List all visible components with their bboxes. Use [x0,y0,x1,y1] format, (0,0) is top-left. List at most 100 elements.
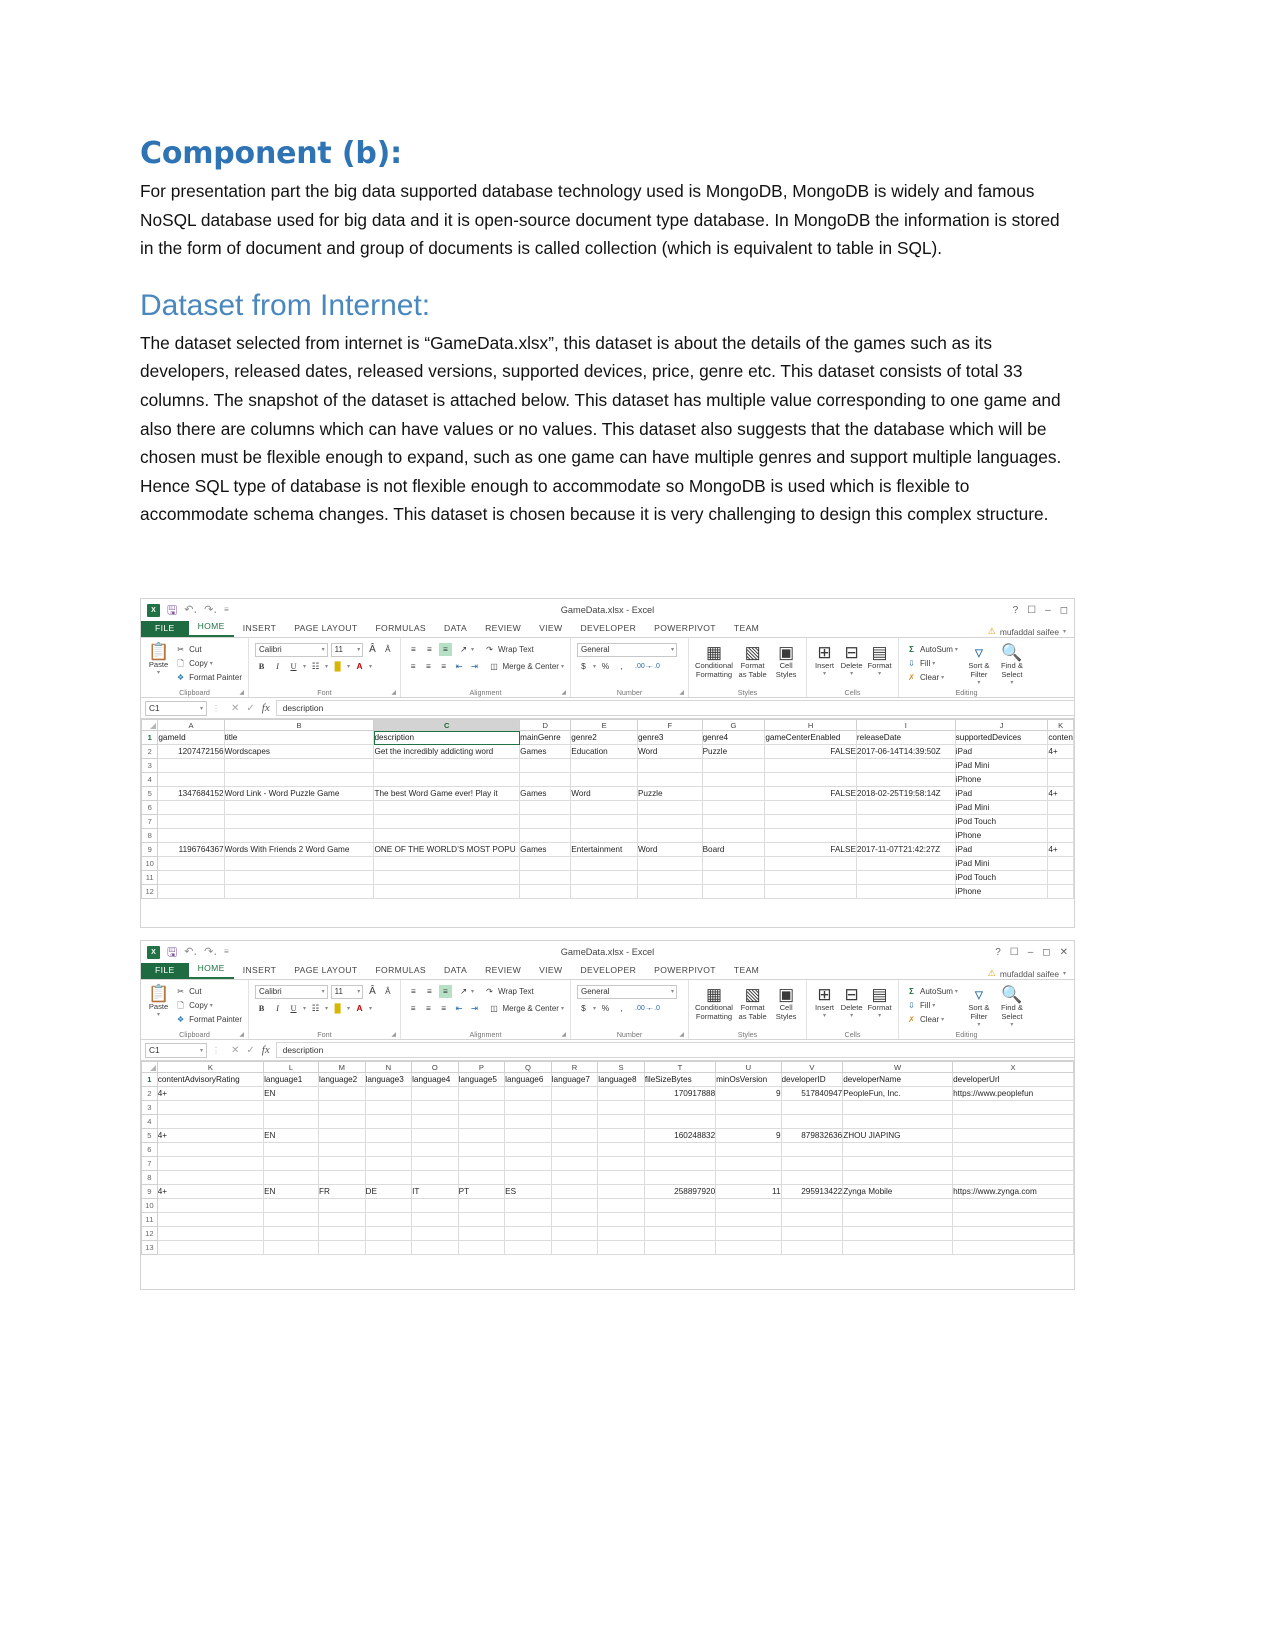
cell-L11[interactable] [263,1212,319,1227]
orientation-icon[interactable]: ↗ [455,985,468,998]
increase-indent-icon[interactable]: ⇥ [468,660,480,673]
table-row[interactable]: 7 iPod Touch [141,814,1074,829]
cell-E1[interactable]: genre2 [570,730,638,745]
formula-bar[interactable]: C1 ▾ ⋮ ✕ ✓ fx description [141,1040,1074,1061]
align-bottom-icon[interactable]: ≡ [439,985,452,998]
cell-N7[interactable] [365,1156,413,1171]
cell-F2[interactable]: Word [637,744,703,759]
cell-C9[interactable]: ONE OF THE WORLD’S MOST POPU [373,842,521,857]
cell-U5[interactable]: 9 [715,1128,782,1143]
row-header-6[interactable]: 6 [141,1142,158,1157]
borders-icon[interactable]: ☷ [309,1002,322,1015]
cell-B8[interactable] [224,828,375,843]
cell-V11[interactable] [781,1212,844,1227]
cell-N6[interactable] [365,1142,413,1157]
cell-H5[interactable]: FALSE [764,786,857,801]
cell-K5[interactable]: 4+ [1047,786,1074,801]
chevron-down-icon[interactable]: ▾ [325,663,328,670]
table-row[interactable]: 7 [141,1156,1074,1171]
cell-C6[interactable] [373,800,521,815]
account-indicator[interactable]: ⚠ mufaddal saifee ▾ [988,968,1074,979]
wrap-text-button[interactable]: ↷ Wrap Text [477,985,534,998]
cell-J3[interactable]: iPad Mini [955,758,1049,773]
find-select-button[interactable]: 🔍 Find & Select ▾ [997,984,1027,1028]
column-header-t[interactable]: T [644,1061,717,1073]
table-row[interactable]: 10 [141,1198,1074,1213]
column-header-x[interactable]: X [952,1061,1074,1073]
save-icon[interactable]: 🖫 [167,946,177,958]
chevron-down-icon[interactable]: ▾ [977,679,980,686]
cell-I6[interactable] [856,800,956,815]
chevron-down-icon[interactable]: ▾ [1063,628,1066,635]
cell-H10[interactable] [764,856,857,871]
cell-M13[interactable] [318,1240,366,1255]
formula-input[interactable]: description [275,1042,1074,1058]
table-row[interactable]: 3 [141,1100,1074,1115]
chevron-down-icon[interactable]: ▾ [850,1012,853,1019]
cell-L13[interactable] [263,1240,319,1255]
font-size-combo[interactable]: 11 ▾ [330,642,364,657]
cell-M10[interactable] [318,1198,366,1213]
cell-W6[interactable] [842,1142,954,1157]
cell-U6[interactable] [715,1142,782,1157]
decrease-indent-icon[interactable]: ⇤ [453,660,465,673]
cell-W9[interactable]: Zynga Mobile [842,1184,954,1199]
tab-developer[interactable]: DEVELOPER [571,961,645,979]
cell-P9[interactable]: PT [458,1184,506,1199]
cell-S3[interactable] [597,1100,645,1115]
row-header-13[interactable]: 13 [141,1240,158,1255]
cell-S12[interactable] [597,1226,645,1241]
redo-icon[interactable]: ↷․ [204,946,217,958]
align-right-icon[interactable]: ≡ [438,660,450,673]
cell-G3[interactable] [702,758,766,773]
cell-D6[interactable] [519,800,572,815]
cell-A8[interactable] [157,828,225,843]
save-icon[interactable]: 🖫 [167,604,177,616]
column-header-i[interactable]: I [856,719,956,731]
row-header-10[interactable]: 10 [141,1198,158,1213]
cell-J12[interactable]: iPhone [955,884,1049,899]
cell-M2[interactable] [318,1086,366,1101]
cell-W2[interactable]: PeopleFun, Inc. [842,1086,954,1101]
cell-D8[interactable] [519,828,572,843]
restore-icon[interactable]: ◻ [1042,947,1050,958]
cell-L4[interactable] [263,1114,319,1129]
chevron-down-icon[interactable]: ▾ [941,674,944,681]
cell-M8[interactable] [318,1170,366,1185]
comma-format-icon[interactable]: , [615,660,628,673]
cell-C1[interactable]: description [373,730,521,745]
chevron-down-icon[interactable]: ▾ [210,660,213,667]
cell-B6[interactable] [224,800,375,815]
cell-X4[interactable] [952,1114,1074,1129]
minimize-icon[interactable]: – [1045,605,1051,616]
cell-A1[interactable]: gameId [157,730,225,745]
cell-A12[interactable] [157,884,225,899]
cancel-icon[interactable]: ✕ [231,703,239,714]
table-row[interactable]: 6 [141,1142,1074,1157]
cell-K2[interactable]: 4+ [1047,744,1074,759]
enter-icon[interactable]: ✓ [246,1045,254,1056]
cell-Q7[interactable] [504,1156,552,1171]
row-header-10[interactable]: 10 [141,856,159,871]
enter-icon[interactable]: ✓ [246,703,254,714]
format-as-table-button[interactable]: ▧ Format as Table [736,984,769,1021]
cell-O4[interactable] [411,1114,459,1129]
cell-K6[interactable] [1047,800,1074,815]
cell-S13[interactable] [597,1240,645,1255]
cell-Q10[interactable] [504,1198,552,1213]
cell-U12[interactable] [715,1226,782,1241]
ribbon-tab-strip[interactable]: FILE HOME INSERT PAGE LAYOUT FORMULAS DA… [141,959,1074,980]
cell-O5[interactable] [411,1128,459,1143]
tab-file[interactable]: FILE [141,619,189,637]
cell-E10[interactable] [570,856,638,871]
cell-X8[interactable] [952,1170,1074,1185]
percent-format-icon[interactable]: % [599,1002,612,1015]
cell-O12[interactable] [411,1226,459,1241]
cell-V3[interactable] [781,1100,844,1115]
cell-D5[interactable]: Games [519,786,572,801]
cell-J7[interactable]: iPod Touch [955,814,1049,829]
chevron-down-icon[interactable]: ▾ [354,646,360,653]
table-row[interactable]: 1 gameId title description mainGenre genre2 ge… [141,730,1074,745]
chevron-down-icon[interactable]: ▾ [325,1005,328,1012]
cell-G11[interactable] [702,870,766,885]
